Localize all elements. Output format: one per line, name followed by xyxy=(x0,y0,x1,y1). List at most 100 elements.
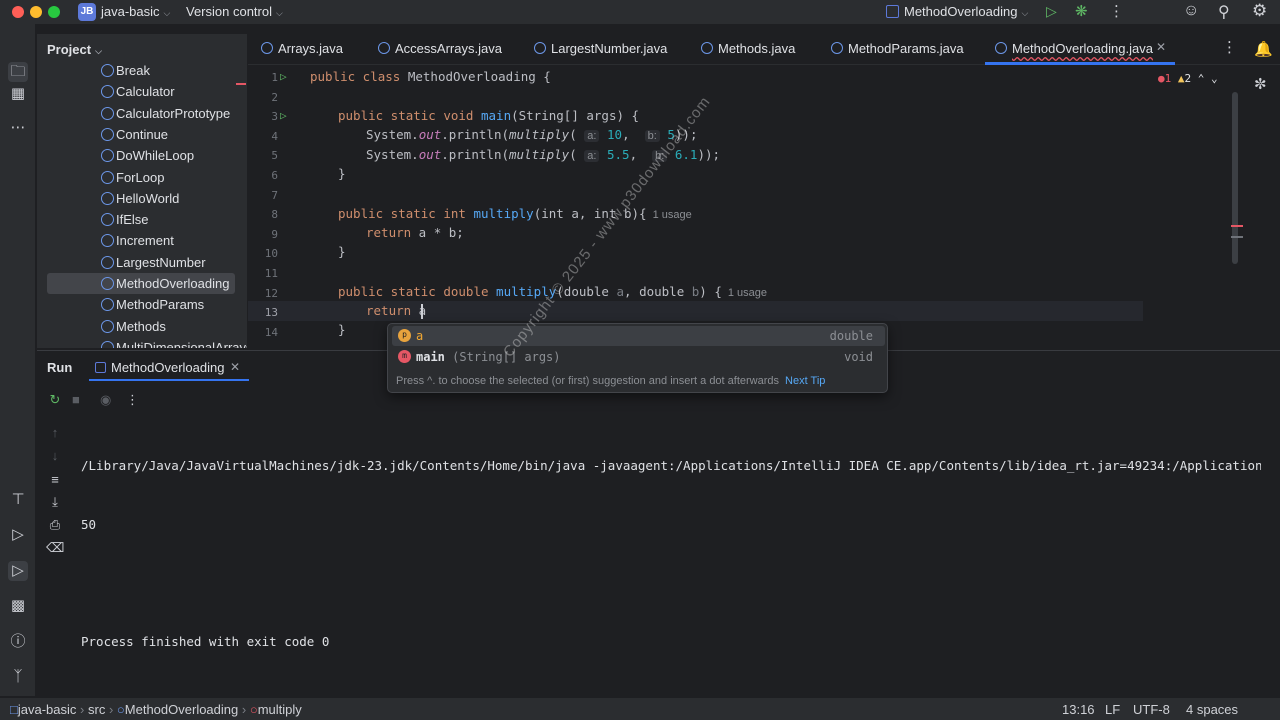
run-tool-icon[interactable]: ▷ xyxy=(8,561,28,581)
file-encoding[interactable]: UTF-8 xyxy=(1133,702,1170,717)
breadcrumb-item[interactable]: MethodOverloading xyxy=(125,702,238,717)
tree-item[interactable]: MultiDimensionalArrays xyxy=(47,337,247,348)
tab-access-arrays[interactable]: AccessArrays.java xyxy=(378,41,502,56)
ai-assistant-icon[interactable]: ✼ xyxy=(1254,75,1267,93)
tree-item[interactable]: MethodParams xyxy=(47,294,235,315)
tree-item[interactable]: ForLoop xyxy=(47,167,235,188)
console-output[interactable]: /Library/Java/JavaVirtualMachines/jdk-23… xyxy=(81,417,1261,690)
line-number: 5 xyxy=(271,149,278,163)
services-icon[interactable]: ▷ xyxy=(8,525,28,545)
git-icon[interactable]: ᛉ xyxy=(8,667,28,687)
gear-icon[interactable]: ⚙ xyxy=(1252,1,1267,21)
version-control-menu[interactable]: Version control ⌵ xyxy=(186,4,283,19)
tree-item[interactable]: CalculatorPrototype xyxy=(47,103,235,124)
arrow-down-icon[interactable]: ↓ xyxy=(46,448,64,463)
tab-largest-number[interactable]: LargestNumber.java xyxy=(534,41,667,56)
tree-item[interactable]: Break xyxy=(47,60,235,81)
zoom-window-button[interactable] xyxy=(48,6,60,18)
search-icon[interactable]: ⚲ xyxy=(1218,2,1230,22)
completion-hint: Press ^. to choose the selected (or firs… xyxy=(396,375,780,387)
tree-item[interactable]: Methods xyxy=(47,316,235,337)
rerun-icon[interactable]: ↻ xyxy=(46,392,64,408)
tree-item[interactable]: Continue xyxy=(47,124,235,145)
print-icon[interactable]: ⎙ xyxy=(46,517,64,533)
line-separator[interactable]: LF xyxy=(1105,702,1120,717)
code-line-13: return a xyxy=(366,303,427,318)
more-actions-icon[interactable]: ⋮ xyxy=(1109,2,1124,20)
camera-icon[interactable]: ◉ xyxy=(100,392,111,408)
tab-methods[interactable]: Methods.java xyxy=(701,41,795,56)
more-vertical-icon[interactable]: ⋮ xyxy=(126,392,139,408)
class-icon xyxy=(101,277,114,290)
line-number: 9 xyxy=(271,227,278,241)
debug-icon[interactable]: ❋ xyxy=(1075,2,1088,20)
project-badge[interactable]: JB xyxy=(78,3,96,21)
chevron-down-icon[interactable]: ⌄ xyxy=(1211,72,1218,85)
completion-footer: Press ^. to choose the selected (or firs… xyxy=(396,375,825,387)
more-tools-icon[interactable]: ⋯ xyxy=(8,118,28,138)
tab-method-overloading[interactable]: MethodOverloading.java xyxy=(995,41,1153,56)
project-panel-title[interactable]: Project ⌵ xyxy=(47,42,102,57)
tree-item[interactable]: LargestNumber xyxy=(47,252,235,273)
active-tab-indicator xyxy=(89,379,249,381)
parameter-icon: p xyxy=(398,329,411,342)
code-line-6: } xyxy=(338,166,346,181)
indent-setting[interactable]: 4 spaces xyxy=(1186,702,1238,717)
next-tip-link[interactable]: Next Tip xyxy=(785,375,825,387)
stop-icon[interactable]: ■ xyxy=(72,392,80,407)
line-number: 8 xyxy=(271,208,278,222)
terminal-icon[interactable]: ▩ xyxy=(8,596,28,616)
class-icon xyxy=(995,42,1007,54)
trash-icon[interactable]: ⌫ xyxy=(46,540,64,556)
scroll-to-end-icon[interactable]: ⤓ xyxy=(46,494,64,510)
run-icon[interactable]: ▷ xyxy=(1046,3,1057,20)
tree-item[interactable]: MethodOverloading xyxy=(47,273,235,294)
inspection-widget[interactable]: ●1 ▲2 ⌃ ⌄ xyxy=(1158,72,1218,85)
more-vertical-icon[interactable]: ⋮ xyxy=(1222,38,1237,56)
chevron-up-icon[interactable]: ⌃ xyxy=(1198,72,1205,85)
close-icon[interactable]: ✕ xyxy=(1156,40,1166,54)
arrow-up-icon[interactable]: ↑ xyxy=(46,425,64,440)
class-icon xyxy=(101,191,114,205)
tree-item[interactable]: HelloWorld xyxy=(47,188,235,209)
tree-item[interactable]: Increment xyxy=(47,230,235,251)
run-config-selector[interactable]: MethodOverloading ⌵ xyxy=(904,4,1028,19)
add-user-icon[interactable]: ☺ xyxy=(1183,2,1199,20)
run-gutter-icon[interactable]: ▷ xyxy=(280,70,287,83)
tool-window-stripe: 🗀 ▦ ⋯ ⊤ ▷ ▷ ▩ ⓘ ᛉ xyxy=(0,24,36,696)
editor-scrollbar[interactable] xyxy=(1232,92,1238,264)
error-stripe-mark[interactable] xyxy=(1231,225,1243,227)
error-stripe-mark xyxy=(236,83,246,85)
run-gutter-icon[interactable]: ▷ xyxy=(280,109,287,122)
project-panel: Project ⌵ Break Calculator CalculatorProtot… xyxy=(37,34,247,348)
build-icon[interactable]: ⊤ xyxy=(8,490,28,510)
breadcrumb-item[interactable]: multiply xyxy=(258,702,302,717)
tab-arrays[interactable]: Arrays.java xyxy=(261,41,343,56)
completion-item[interactable]: m main (String[] args) void xyxy=(392,347,885,367)
run-tab[interactable]: MethodOverloading xyxy=(111,360,224,375)
close-icon[interactable]: ✕ xyxy=(230,360,240,374)
breadcrumb-item[interactable]: java-basic xyxy=(18,702,77,717)
minimize-window-button[interactable] xyxy=(30,6,42,18)
code-completion-popup[interactable]: p a double m main (String[] args) void P… xyxy=(387,323,888,393)
tree-item-label: MultiDimensionalArrays xyxy=(116,339,247,348)
soft-wrap-icon[interactable]: ≡ xyxy=(46,472,64,487)
breadcrumb-item[interactable]: src xyxy=(88,702,105,717)
structure-icon[interactable]: ▦ xyxy=(8,84,28,104)
folder-icon[interactable]: 🗀 xyxy=(8,62,28,82)
problems-icon[interactable]: ⓘ xyxy=(8,632,28,652)
tree-item[interactable]: DoWhileLoop xyxy=(47,145,235,166)
tab-label: Methods.java xyxy=(718,41,796,56)
project-selector[interactable]: java-basic ⌵ xyxy=(101,4,170,19)
close-window-button[interactable] xyxy=(12,6,24,18)
notifications-icon[interactable]: 🔔 xyxy=(1254,40,1273,58)
code-line-4: System.out.println(multiply( a: 10, b: 5… xyxy=(366,127,698,142)
tree-item[interactable]: IfElse xyxy=(47,209,235,230)
tab-method-params[interactable]: MethodParams.java xyxy=(831,41,964,56)
code-editor[interactable]: 1 2 3 4 5 6 7 8 9 10 11 12 13 14 ▷ ▷ public class Met… xyxy=(248,66,1248,348)
completion-item[interactable]: p a double xyxy=(392,326,885,346)
tree-item[interactable]: Calculator xyxy=(47,81,235,102)
class-icon xyxy=(378,42,390,54)
caret-position[interactable]: 13:16 xyxy=(1062,702,1095,717)
method-icon: m xyxy=(398,350,411,363)
